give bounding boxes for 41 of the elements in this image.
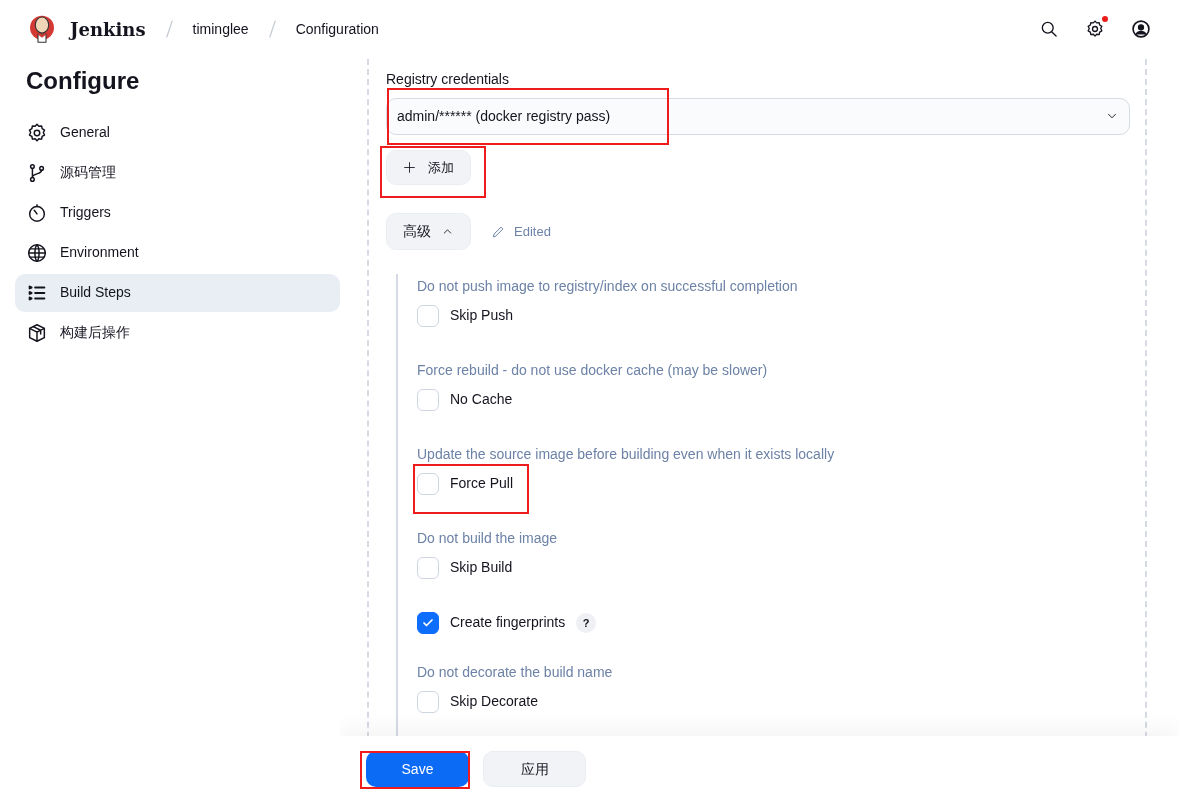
save-button[interactable]: Save (366, 751, 469, 787)
checkbox-label[interactable]: Create fingerprints (450, 612, 566, 634)
credentials-dropdown[interactable]: admin/****** (docker registry pass) (386, 97, 1130, 135)
apply-button[interactable]: 应用 (483, 751, 586, 787)
brand-name[interactable]: Jenkins (70, 15, 146, 43)
sidebar-item[interactable]: Environment (15, 233, 340, 272)
breadcrumb-link[interactable]: Configuration (295, 18, 379, 40)
option-hint: Force rebuild - do not use docker cache (may be slower) (417, 360, 769, 380)
breadcrumb-link[interactable]: timinglee (192, 18, 249, 40)
sidebar-item[interactable]: Build Steps (15, 273, 340, 312)
gear-icon (26, 121, 48, 144)
option-hint: Update the source image before building even when it exists locally (417, 444, 836, 464)
advanced-toggle[interactable]: 高级 (386, 212, 471, 250)
search-icon (1039, 19, 1059, 40)
box-icon (26, 321, 48, 344)
add-button[interactable]: 添加 (386, 149, 471, 185)
checkbox-label[interactable]: Skip Decorate (450, 691, 538, 713)
checkbox-label[interactable]: Force Pull (450, 473, 514, 495)
option-hint: Do not push image to registry/index on successful completion (417, 276, 799, 296)
field-label: Registry credentials (386, 69, 510, 89)
sidebar-item[interactable]: Triggers (15, 193, 340, 232)
breadcrumb-separator (165, 20, 173, 39)
sidebar-item[interactable]: 构建后操作 (15, 313, 340, 352)
option-hint: Do not build the image (417, 528, 559, 548)
page-title: Configure (26, 66, 141, 96)
checkbox-label[interactable]: Skip Push (450, 305, 514, 327)
option-hint: Do not decorate the build name (417, 662, 614, 682)
edited-label: Edited (514, 222, 551, 241)
globe-icon (26, 241, 48, 264)
checkbox[interactable] (417, 611, 439, 634)
help-button[interactable]: ? (576, 612, 597, 633)
plus-icon (403, 160, 416, 174)
checkbox-label[interactable]: Skip Build (450, 557, 513, 579)
sidebar-item[interactable]: General (15, 113, 340, 152)
breadcrumb-separator (268, 20, 276, 39)
timer-icon (26, 201, 48, 224)
checkbox-label[interactable]: No Cache (450, 389, 513, 411)
check-icon (422, 616, 434, 629)
settings-icon (1085, 19, 1105, 40)
sidebar-item[interactable]: 源码管理 (15, 153, 340, 192)
account-icon (1131, 19, 1151, 40)
